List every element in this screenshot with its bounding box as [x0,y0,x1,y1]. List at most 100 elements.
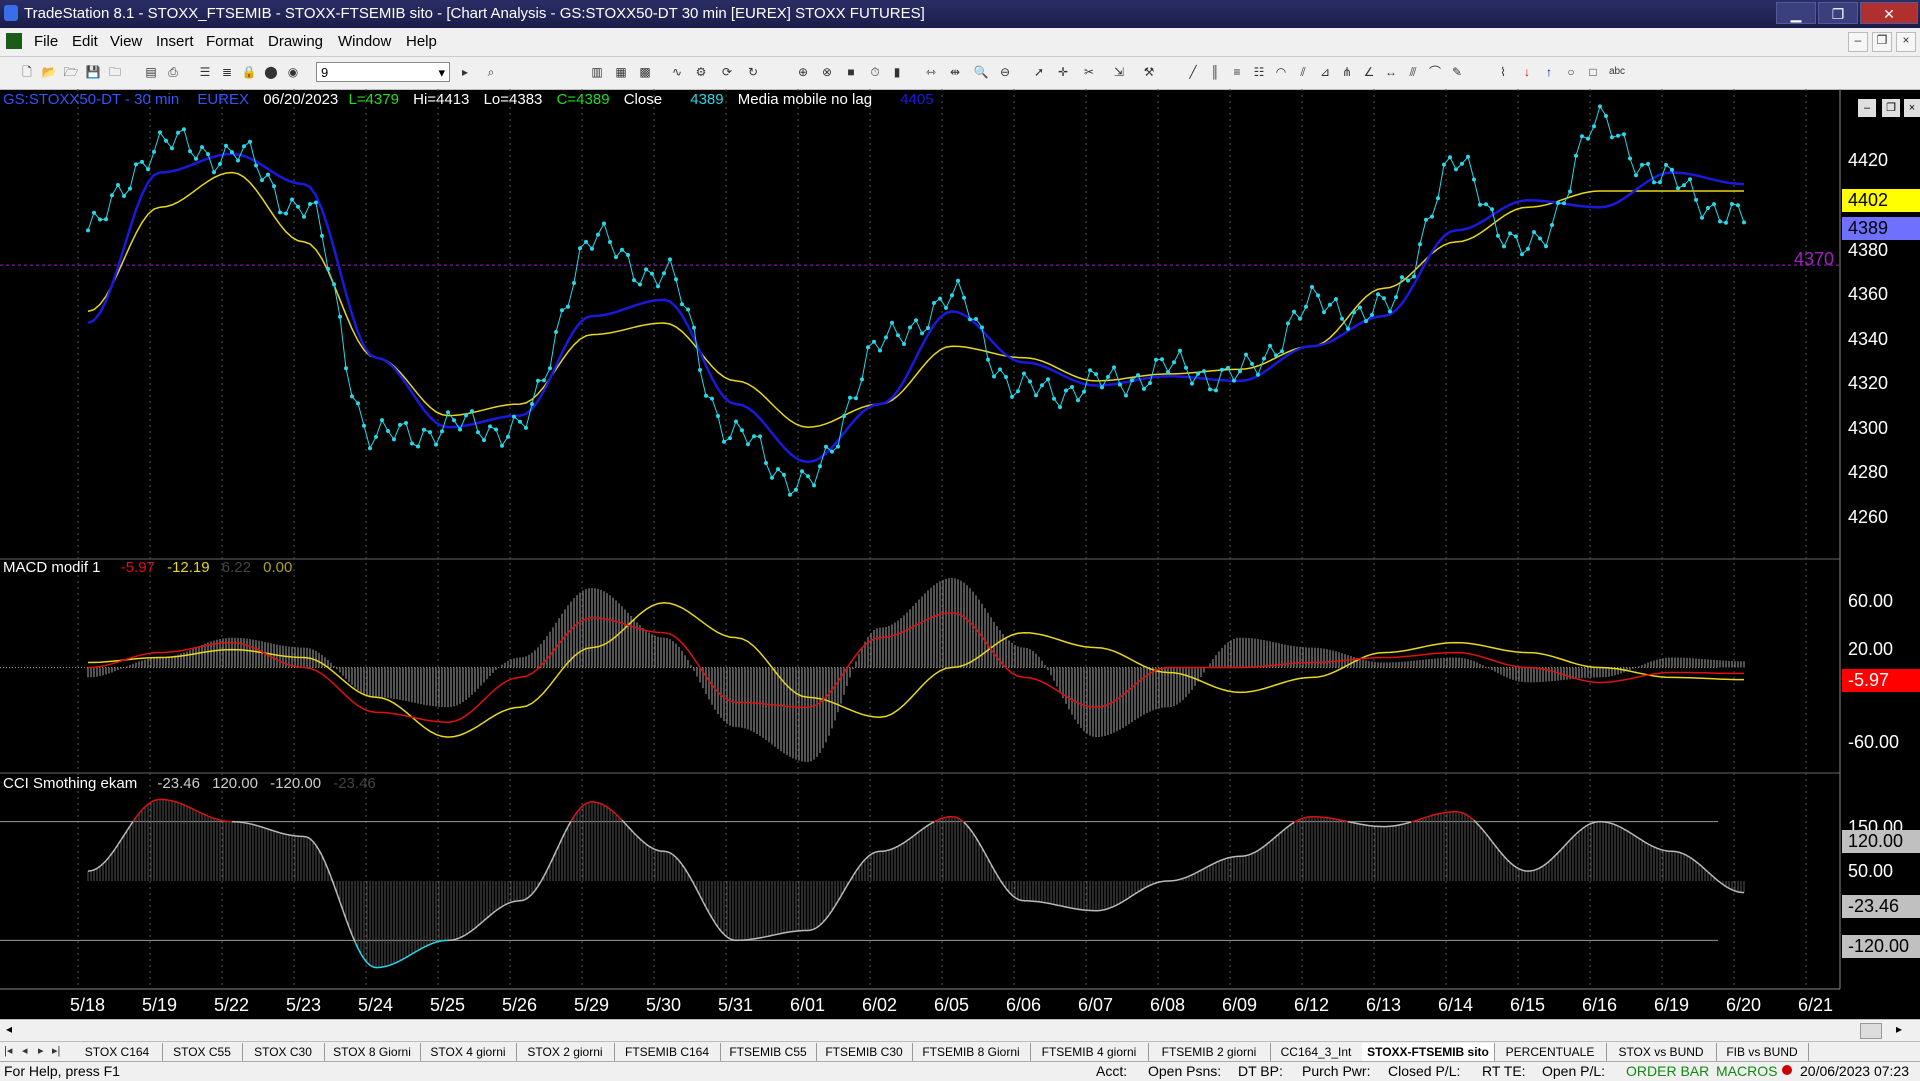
export-icon[interactable]: ⇲ [1110,63,1128,81]
interval-select[interactable]: 9▾ [316,62,450,82]
scroll-icon[interactable]: ⇿ [922,63,940,81]
speed-lines-icon[interactable]: ⊿ [1316,63,1334,81]
restore-button[interactable]: ❐ [1818,2,1858,24]
tab-nav-last-icon[interactable]: ▸| [52,1044,60,1057]
open-workspace-icon[interactable]: 🗁 [62,63,80,81]
tab-ftsemib-c30[interactable]: FTSEMIB C30 [816,1043,913,1061]
menu-drawing[interactable]: Drawing [268,33,323,50]
menu-view[interactable]: View [110,33,142,50]
panel-minimize-button[interactable]: – [1858,99,1876,117]
channel-icon[interactable]: ⫽ [1294,63,1312,81]
tab-stoxx-ftsemib-sito[interactable]: STOXX-FTSEMIB sito [1362,1043,1495,1061]
zoom-data-icon[interactable]: ⌕ [482,63,500,81]
tab-stox-8-giorni[interactable]: STOX 8 Giorni [324,1043,421,1061]
order-bar-button[interactable]: ORDER BAR [1626,1063,1709,1079]
tab-ftsemib-4-giorni[interactable]: FTSEMIB 4 giorni [1030,1043,1149,1061]
tab-stox-c164[interactable]: STOX C164 [72,1043,163,1061]
save-workspace-icon[interactable]: 🗀 [106,63,124,81]
angle-icon[interactable]: ∠ [1360,63,1378,81]
ellipse-icon[interactable]: ○ [1562,63,1580,81]
table-icon[interactable]: ▦ [612,63,630,81]
time-sales-icon[interactable]: ⏱ [866,63,884,81]
tab-stox-2-giorni[interactable]: STOX 2 giorni [516,1043,615,1061]
globe-icon[interactable]: ◉ [284,63,302,81]
cycle-lines-icon[interactable]: ⌒ [1426,63,1444,81]
grid-icon[interactable]: ▩ [636,63,654,81]
bar-chart-icon[interactable]: ▥ [588,63,606,81]
arrow-up-icon[interactable]: ↑ [1540,63,1558,81]
chart-canvas[interactable] [0,89,1920,1019]
tab-ftsemib-8-giorni[interactable]: FTSEMIB 8 Giorni [912,1043,1031,1061]
close-button[interactable]: ✕ [1860,2,1918,24]
lock-icon[interactable]: 🔒 [240,63,258,81]
scrollbar-thumb[interactable] [1860,1023,1882,1039]
menu-window[interactable]: Window [338,33,391,50]
tab-stox-vs-bund[interactable]: STOX vs BUND [1606,1043,1717,1061]
indicator-icon[interactable]: ∿ [668,63,686,81]
scroll-right-icon[interactable]: ▸ [1896,1022,1902,1036]
tab-nav-first-icon[interactable]: |◂ [4,1044,12,1057]
mdi-restore-button[interactable]: ❐ [1872,32,1892,52]
mdi-close-button[interactable]: × [1896,32,1916,52]
cycle-icon[interactable]: ↻ [744,63,762,81]
volume-icon[interactable]: ▮ [888,63,906,81]
menu-format[interactable]: Format [206,33,254,50]
print-preview-icon[interactable]: ▤ [142,63,160,81]
save-icon[interactable]: 💾 [84,63,102,81]
tab-ftsemib-c164[interactable]: FTSEMIB C164 [614,1043,721,1061]
tab-percentuale[interactable]: PERCENTUALE [1494,1043,1607,1061]
tab-ftsemib-c55[interactable]: FTSEMIB C55 [720,1043,817,1061]
curve-icon[interactable]: ⌇ [1494,63,1512,81]
menu-edit[interactable]: Edit [72,33,98,50]
arrow-right-icon[interactable]: ▸ [456,63,474,81]
fibonacci-icon[interactable]: ☷ [1250,63,1268,81]
settings-icon[interactable]: ⚒ [1140,63,1158,81]
scroll-left-icon[interactable]: ◂ [6,1022,12,1036]
panel-close-button[interactable]: × [1904,99,1920,117]
tab-nav-next-icon[interactable]: ▸ [38,1044,44,1057]
print-icon[interactable]: ⎙ [164,63,182,81]
chart-area[interactable]: GS:STOXX50-DT - 30 min EUREX 06/20/2023 … [0,89,1920,1019]
minimize-button[interactable]: ▁ [1776,2,1816,24]
horizontal-scrollbar[interactable]: ◂ ▸ [0,1019,1920,1042]
stack-icon[interactable]: ≣ [218,63,236,81]
pencil-icon[interactable]: ✎ [1448,63,1466,81]
zoom-out-icon[interactable]: ⊖ [996,63,1014,81]
zoom-in-icon[interactable]: 🔍 [972,63,990,81]
macros-button[interactable]: MACROS [1716,1063,1777,1079]
compress-icon[interactable]: ⇹ [946,63,964,81]
tab-stox-c30[interactable]: STOX C30 [242,1043,325,1061]
tab-cc164-3-int[interactable]: CC164_3_Int [1270,1043,1363,1061]
tab-nav-prev-icon[interactable]: ◂ [22,1044,28,1057]
layout-icon[interactable]: ☰ [196,63,214,81]
menu-file[interactable]: File [34,33,58,50]
parallel-icon[interactable]: ⫻ [1404,63,1422,81]
crosshair-icon[interactable]: ✛ [1054,63,1072,81]
tools-icon[interactable]: ✂ [1080,63,1098,81]
gann-icon[interactable]: ⋔ [1338,63,1356,81]
ruler-icon[interactable]: ↔ [1382,63,1400,81]
vertical-lines-icon[interactable]: ║ [1206,63,1224,81]
menu-insert[interactable]: Insert [156,33,194,50]
strategy-icon[interactable]: ⚙ [692,63,710,81]
radar-icon[interactable]: ⊕ [794,63,812,81]
panel-restore-button[interactable]: ❐ [1882,99,1900,117]
rectangle-icon[interactable]: □ [1584,63,1602,81]
mdi-minimize-button[interactable]: – [1848,32,1868,52]
trendline-icon[interactable]: ╱ [1184,63,1202,81]
pointer-icon[interactable]: ➚ [1030,63,1048,81]
tab-stox-c55[interactable]: STOX C55 [162,1043,243,1061]
menu-help[interactable]: Help [406,33,437,50]
matrix-icon[interactable]: ■ [842,63,860,81]
tab-stox-4-giorni[interactable]: STOX 4 giorni [420,1043,517,1061]
shapes-icon[interactable]: ⬤ [262,63,280,81]
tab-fib-vs-bund[interactable]: FIB vs BUND [1716,1043,1809,1061]
new-icon[interactable]: 🗋 [18,63,36,81]
scanner-icon[interactable]: ⊗ [818,63,836,81]
arrow-down-icon[interactable]: ↓ [1518,63,1536,81]
horizontal-lines-icon[interactable]: ≡ [1228,63,1246,81]
refresh-icon[interactable]: ⟳ [718,63,736,81]
arc-icon[interactable]: ◠ [1272,63,1290,81]
open-icon[interactable]: 📂 [40,63,58,81]
tab-ftsemib-2-giorni[interactable]: FTSEMIB 2 giorni [1148,1043,1271,1061]
